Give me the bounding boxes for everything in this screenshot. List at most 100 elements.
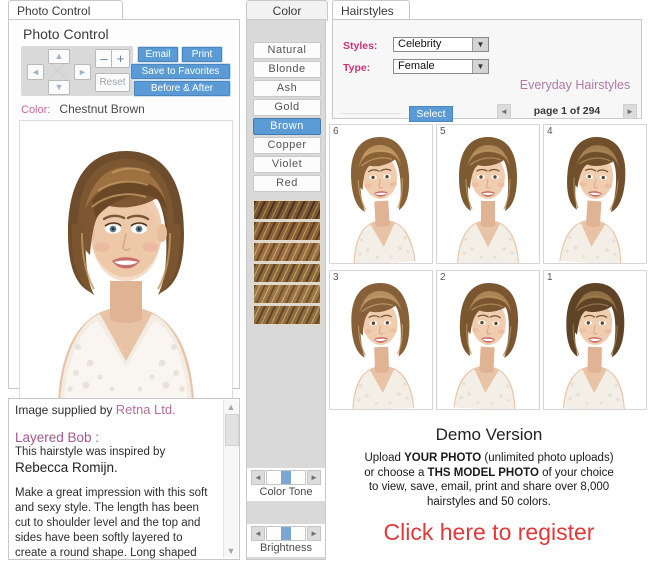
- hairstyle-app: Photo Control Color Hairstyles Photo Con…: [0, 0, 650, 563]
- pan-left-button[interactable]: ◄: [27, 64, 44, 80]
- color-swatch-light-chestnut[interactable]: [253, 242, 321, 262]
- color-category-brown[interactable]: Brown: [253, 118, 321, 135]
- hairstyle-thumbnail-6[interactable]: 6: [329, 124, 433, 264]
- hairstyle-thumbnail-grid: 6 5 4 3 2 1: [329, 124, 647, 410]
- styles-dropdown-value: Celebrity: [398, 38, 442, 50]
- scroll-down-icon[interactable]: ▼: [225, 545, 237, 557]
- color-category-gold[interactable]: Gold: [253, 99, 321, 116]
- thumbnail-number: 2: [440, 272, 446, 283]
- scroll-thumb[interactable]: [225, 414, 239, 446]
- pan-right-icon: ►: [78, 66, 87, 77]
- model-photo[interactable]: [19, 120, 233, 402]
- color-tone-slider[interactable]: ◄ ►: [251, 470, 321, 485]
- brightness-track[interactable]: [266, 526, 306, 541]
- pan-left-icon: ◄: [31, 66, 40, 77]
- current-color-value: Chestnut Brown: [59, 102, 145, 116]
- celebrity-name: Rebecca Romijn.: [15, 460, 118, 475]
- demo-line1-bold: YOUR PHOTO: [404, 452, 482, 464]
- credit-prefix: Image supplied by: [15, 403, 116, 417]
- current-color-row: Color: Chestnut Brown: [21, 102, 145, 116]
- type-dropdown-value: Female: [398, 60, 435, 72]
- demo-line3: to view, save, email, print and share ov…: [368, 481, 610, 493]
- tab-photo-control[interactable]: Photo Control: [8, 0, 123, 20]
- styles-label: Styles:: [343, 40, 378, 52]
- photo-control-title: Photo Control: [23, 26, 109, 42]
- image-credit: Image supplied by Retna Ltd.: [15, 402, 217, 419]
- description-scrollbar[interactable]: ▲ ▼: [223, 400, 239, 558]
- brightness-thumb[interactable]: [281, 527, 291, 540]
- thumbnail-portrait: [544, 125, 646, 263]
- styles-dropdown[interactable]: Celebrity ▼: [393, 37, 489, 52]
- tab-hairstyles-label: Hairstyles: [341, 4, 394, 18]
- zoom-in-button[interactable]: +: [111, 49, 130, 68]
- brightness-slider[interactable]: ◄ ►: [251, 526, 321, 541]
- hairstyles-heading: Everyday Hairstyles: [519, 78, 631, 92]
- before-after-button[interactable]: Before & After: [134, 81, 230, 96]
- color-swatch-dark-chocolate[interactable]: [253, 200, 321, 220]
- thumbnail-portrait: [437, 271, 539, 409]
- color-category-blonde[interactable]: Blonde: [253, 61, 321, 78]
- style-name: Layered Bob :: [15, 430, 100, 445]
- pan-up-button[interactable]: ▲: [48, 49, 70, 64]
- register-link[interactable]: Click here to register: [330, 519, 648, 546]
- hairstyle-description-panel: Image supplied by Retna Ltd. Layered Bob…: [8, 398, 240, 560]
- photo-pan-pad: ▲ ▼ ◄ ► – + Reset: [21, 46, 133, 96]
- thumbnail-number: 5: [440, 126, 446, 137]
- print-label: Print: [191, 49, 213, 60]
- thumbnail-number: 3: [333, 272, 339, 283]
- color-swatch-ash-brown[interactable]: [253, 305, 321, 325]
- reset-button[interactable]: Reset: [95, 73, 130, 92]
- color-tone-right-arrow-icon[interactable]: ►: [307, 470, 321, 485]
- demo-version-block: Demo Version Upload YOUR PHOTO (unlimite…: [330, 425, 648, 546]
- email-button[interactable]: Email: [138, 47, 178, 62]
- color-swatch-chestnut-brown[interactable]: [253, 221, 321, 241]
- color-tone-track[interactable]: [266, 470, 306, 485]
- print-button[interactable]: Print: [182, 47, 222, 62]
- color-category-natural[interactable]: Natural: [253, 42, 321, 59]
- hairstyle-thumbnail-1[interactable]: 1: [543, 270, 647, 410]
- brightness-left-arrow-icon[interactable]: ◄: [251, 526, 265, 541]
- photo-control-panel: Photo Control ▲ ▼ ◄ ► – + Reset Email Pr…: [8, 19, 240, 420]
- demo-line2-bold: THS MODEL PHOTO: [427, 466, 539, 479]
- color-tone-left-arrow-icon[interactable]: ◄: [251, 470, 265, 485]
- color-category-ash[interactable]: Ash: [253, 80, 321, 97]
- type-label: Type:: [343, 62, 371, 74]
- pan-right-button[interactable]: ►: [74, 64, 91, 80]
- thumbnail-number: 1: [547, 272, 553, 283]
- hairstyle-thumbnail-4[interactable]: 4: [543, 124, 647, 264]
- brightness-right-arrow-icon[interactable]: ►: [307, 526, 321, 541]
- demo-title: Demo Version: [435, 425, 543, 444]
- tab-color[interactable]: Color: [246, 0, 328, 21]
- demo-line2-a: or choose a: [364, 466, 428, 479]
- divider-line: [341, 113, 401, 114]
- pan-down-button[interactable]: ▼: [48, 80, 70, 95]
- color-swatch-golden-brown[interactable]: [253, 263, 321, 283]
- hairstyle-thumbnail-5[interactable]: 5: [436, 124, 540, 264]
- next-page-button[interactable]: ►: [623, 104, 637, 119]
- select-button[interactable]: Select: [409, 106, 453, 122]
- demo-line1-c: (unlimited photo uploads): [481, 452, 614, 464]
- hairstyle-thumbnail-2[interactable]: 2: [436, 270, 540, 410]
- color-category-red[interactable]: Red: [253, 175, 321, 192]
- thumbnail-portrait: [544, 271, 646, 409]
- color-category-violet[interactable]: Violet: [253, 156, 321, 173]
- plus-icon: +: [116, 51, 125, 66]
- hairstyle-thumbnail-3[interactable]: 3: [329, 270, 433, 410]
- demo-description: Upload YOUR PHOTO (unlimited photo uploa…: [330, 451, 648, 509]
- chevron-down-icon-2[interactable]: ▼: [472, 60, 488, 73]
- save-to-favorites-label: Save to Favorites: [141, 66, 220, 77]
- color-panel: Natural Blonde Ash Gold Brown Copper Violet Red…: [246, 19, 326, 560]
- color-category-copper[interactable]: Copper: [253, 137, 321, 154]
- chevron-down-icon[interactable]: ▼: [472, 38, 488, 51]
- color-tone-thumb[interactable]: [281, 471, 291, 484]
- thumbnail-portrait: [330, 125, 432, 263]
- credit-source: Retna Ltd.: [115, 402, 176, 417]
- tab-hairstyles[interactable]: Hairstyles: [332, 0, 410, 20]
- type-dropdown[interactable]: Female ▼: [393, 59, 489, 74]
- save-to-favorites-button[interactable]: Save to Favorites: [131, 64, 230, 79]
- scroll-up-icon[interactable]: ▲: [225, 401, 237, 413]
- select-button-label: Select: [416, 108, 446, 120]
- color-swatch-medium-brown[interactable]: [253, 284, 321, 304]
